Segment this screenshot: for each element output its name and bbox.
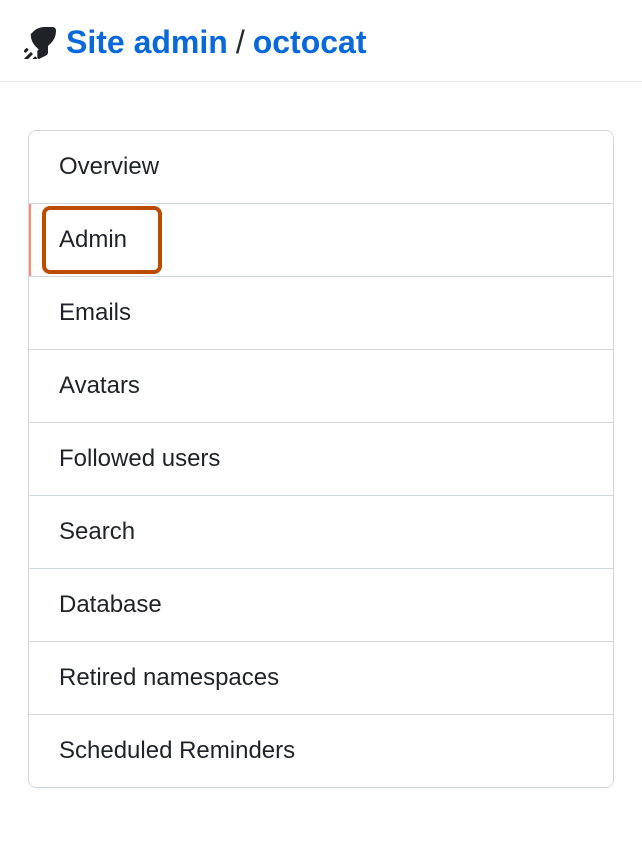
nav-item-label: Retired namespaces [59,664,279,691]
nav-item-avatars[interactable]: Avatars [29,350,613,423]
nav-item-database[interactable]: Database [29,569,613,642]
rocket-icon [24,27,56,59]
nav-item-label: Followed users [59,445,220,472]
nav-item-admin[interactable]: Admin [29,204,613,277]
nav-item-search[interactable]: Search [29,496,613,569]
content-area: Overview Admin Emails Avatars Followed u… [0,82,642,816]
nav-item-label: Scheduled Reminders [59,737,295,764]
sidebar-nav-list: Overview Admin Emails Avatars Followed u… [28,130,614,788]
username-link[interactable]: octocat [253,24,367,61]
site-admin-link[interactable]: Site admin [66,24,228,61]
nav-item-overview[interactable]: Overview [29,131,613,204]
nav-item-emails[interactable]: Emails [29,277,613,350]
nav-item-label: Database [59,591,162,618]
nav-item-label: Overview [59,153,159,180]
nav-item-label: Search [59,518,135,545]
breadcrumb-header: Site admin / octocat [0,0,642,82]
nav-item-label: Emails [59,299,131,326]
nav-item-label: Admin [59,226,127,253]
nav-item-label: Avatars [59,372,140,399]
nav-item-followed-users[interactable]: Followed users [29,423,613,496]
nav-item-scheduled-reminders[interactable]: Scheduled Reminders [29,715,613,787]
nav-item-retired-namespaces[interactable]: Retired namespaces [29,642,613,715]
breadcrumb: Site admin / octocat [66,24,367,61]
breadcrumb-separator: / [236,24,245,61]
